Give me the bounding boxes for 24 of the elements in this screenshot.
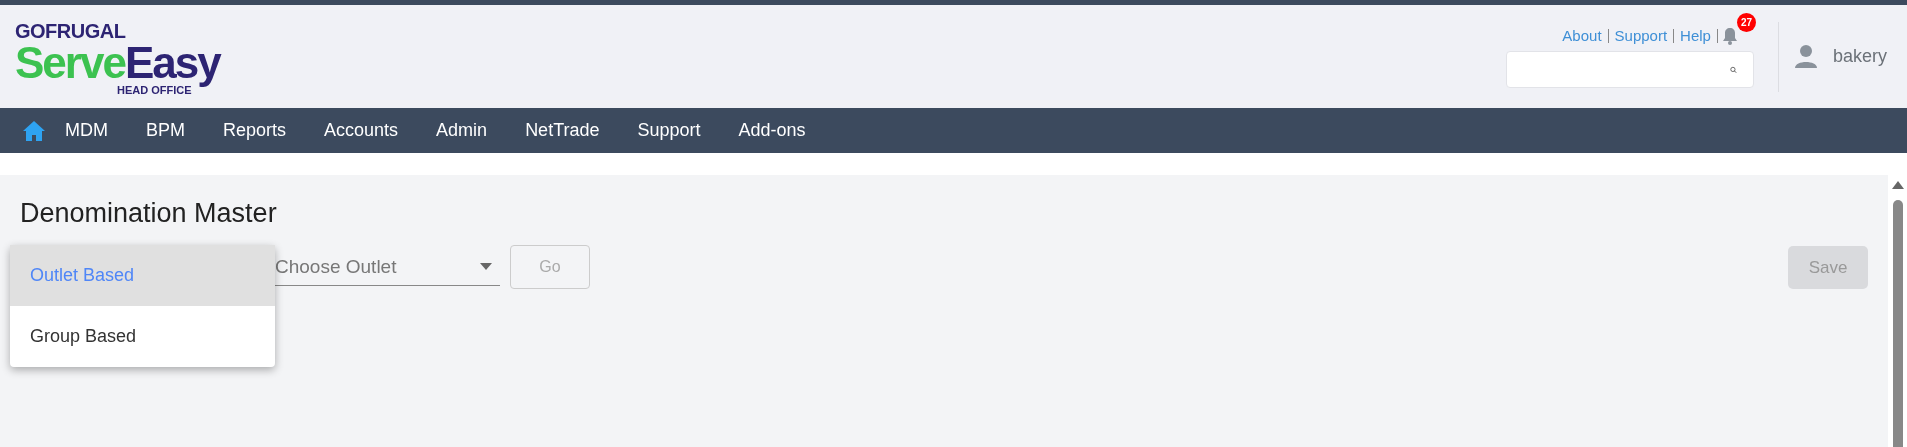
outlet-select[interactable]: Choose Outlet	[275, 248, 500, 286]
dropdown-option[interactable]: Group Based	[10, 306, 275, 367]
logo-subtitle: HEAD OFFICE	[117, 85, 192, 96]
logo-text: Serve	[15, 41, 125, 85]
nav-item[interactable]: Admin	[417, 117, 507, 144]
logo-text: Easy	[124, 41, 220, 85]
notification-badge: 27	[1736, 13, 1756, 32]
search-field[interactable]	[1505, 51, 1754, 89]
logo-brand: GOFRUGAL	[15, 21, 127, 41]
nav-item[interactable]: MDM	[46, 117, 127, 144]
caret-icon	[480, 263, 492, 271]
user-icon	[1794, 43, 1817, 70]
nav-item[interactable]: Accounts	[305, 117, 418, 144]
user-name[interactable]: bakery	[1832, 43, 1887, 70]
nav-item[interactable]: NetTrade	[506, 117, 619, 144]
nav-item[interactable]: Support	[618, 117, 720, 144]
page-title: Denomination Master	[19, 197, 278, 230]
scroll-up-icon[interactable]	[1892, 181, 1904, 189]
nav-item[interactable]: Reports	[204, 117, 306, 144]
nav-item[interactable]: Add-ons	[719, 117, 825, 144]
bell-icon[interactable]	[1721, 27, 1738, 45]
home-icon[interactable]	[22, 119, 46, 142]
nav-item[interactable]: BPM	[127, 117, 204, 144]
scrollbar-thumb[interactable]	[1893, 200, 1903, 447]
